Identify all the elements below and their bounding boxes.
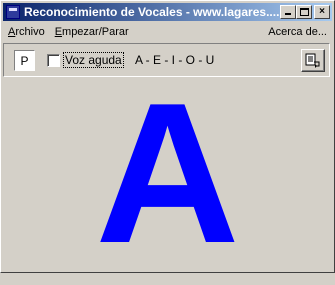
notes-tool-icon [305,53,320,68]
menu-archivo[interactable]: Archivo [3,26,50,38]
app-icon[interactable] [6,5,20,19]
menu-empezar-parar[interactable]: Empezar/Parar [50,26,134,38]
current-vowel-display: A [95,62,240,285]
minimize-button[interactable] [280,5,296,19]
voz-aguda-checkbox[interactable] [47,54,60,67]
maximize-button[interactable] [296,5,312,19]
notes-tool-button[interactable] [301,49,325,72]
main-window: Reconocimiento de Vocales - www.lagares.… [0,0,335,285]
close-button[interactable]: × [314,5,330,19]
title-bar[interactable]: Reconocimiento de Vocales - www.lagares.… [3,3,332,21]
close-icon: × [319,6,325,17]
menu-acerca-de[interactable]: Acerca de... [263,26,332,38]
minimize-icon [285,13,291,15]
menu-bar: Archivo Empezar/Parar Acerca de... [3,22,332,41]
p-button[interactable]: P [14,50,35,71]
maximize-icon [300,8,309,16]
window-title: Reconocimiento de Vocales - www.lagares.… [24,5,280,19]
